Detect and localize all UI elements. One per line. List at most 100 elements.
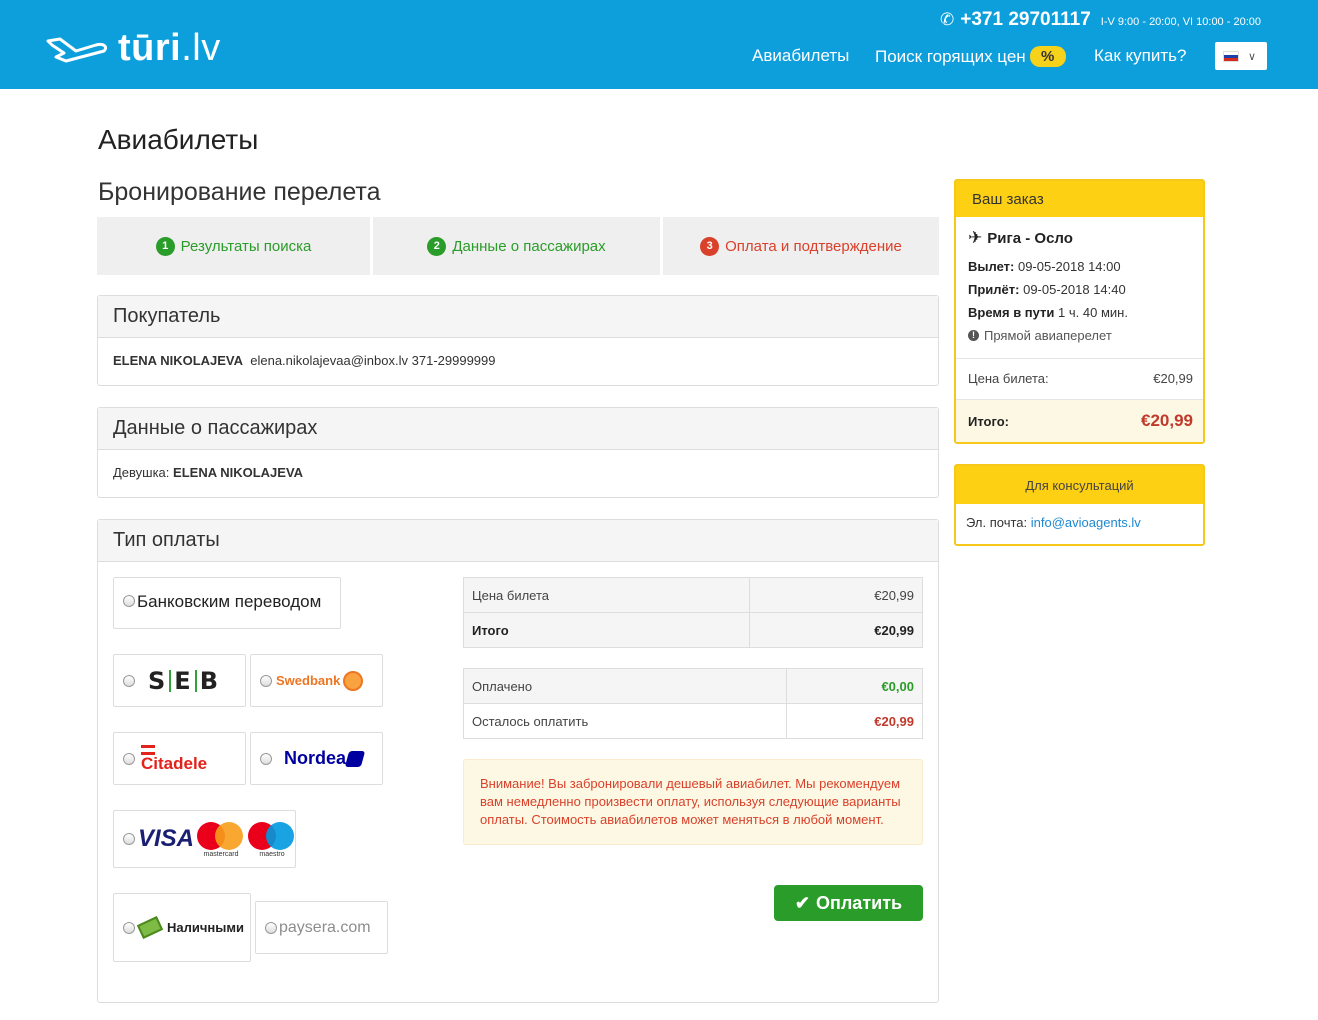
radio-button[interactable] xyxy=(265,921,277,934)
plane-logo-icon xyxy=(46,37,108,63)
percent-badge: % xyxy=(1029,46,1066,67)
payment-option-seb[interactable]: SEB xyxy=(113,654,246,707)
paid-value: €0,00 xyxy=(786,668,923,704)
chevron-down-icon: ∨ xyxy=(1248,50,1257,63)
swedbank-text: Swedbank xyxy=(276,673,341,688)
nav-link-hot-prices[interactable]: Поиск горящих цен % xyxy=(875,46,1066,67)
passenger-name: ELENA NIKOLAJEVA xyxy=(173,465,304,480)
nordea-sail-icon xyxy=(344,750,366,767)
pay-button-label: Оплатить xyxy=(816,892,903,913)
card-logos: VISA mastercard maestro xyxy=(138,820,299,858)
consultation-email-link[interactable]: info@avioagents.lv xyxy=(1031,515,1141,530)
panel-heading: Покупатель xyxy=(98,296,938,338)
step-label: Данные о пассажирах xyxy=(452,237,606,255)
ticket-price-label: Цена билета xyxy=(463,577,750,613)
departure-row: Вылет: 09-05-2018 14:00 xyxy=(968,259,1121,274)
page-subtitle: Бронирование перелета xyxy=(98,178,381,206)
order-total-row: Итого: €20,99 xyxy=(956,400,1203,442)
nav-link-tickets[interactable]: Авиабилеты xyxy=(752,46,849,66)
nav-link-hot-prices-label: Поиск горящих цен xyxy=(875,46,1026,66)
price-table: Цена билета €20,99 Итого €20,99 xyxy=(463,577,923,648)
panel-heading: Тип оплаты xyxy=(98,520,938,562)
order-total-value: €20,99 xyxy=(1141,411,1193,430)
seb-logo-e: E xyxy=(174,667,192,695)
russian-flag-icon xyxy=(1223,50,1239,62)
duration-value: 1 ч. 40 мин. xyxy=(1058,305,1128,320)
direct-flight-label: Прямой авиаперелет xyxy=(984,328,1112,343)
payment-option-swedbank[interactable]: Swedbank xyxy=(250,654,383,707)
info-icon: ! xyxy=(968,330,979,341)
payment-option-nordea[interactable]: Nordea xyxy=(250,732,383,785)
radio-button[interactable] xyxy=(260,752,272,765)
paid-label: Оплачено xyxy=(463,668,787,704)
phone-icon: ✆ xyxy=(940,10,955,29)
page-title: Авиабилеты xyxy=(98,124,259,155)
radio-button[interactable] xyxy=(260,674,272,687)
route: ✈ Рига - Осло xyxy=(968,228,1073,248)
step-number: 3 xyxy=(700,236,720,256)
payment-option-cash[interactable]: Наличными xyxy=(113,893,251,962)
payment-option-label: Банковским переводом xyxy=(137,592,322,611)
table-row: Итого €20,99 xyxy=(463,612,923,648)
nordea-logo: Nordea xyxy=(284,748,366,769)
nordea-text: Nordea xyxy=(284,748,347,768)
route-label: Рига - Осло xyxy=(987,229,1073,247)
mastercard-logo: mastercard xyxy=(197,820,245,858)
payment-option-card[interactable]: VISA mastercard maestro xyxy=(113,810,296,868)
radio-button[interactable] xyxy=(123,921,135,934)
seb-logo-b: B xyxy=(199,667,219,695)
ticket-price-value: €20,99 xyxy=(749,577,923,613)
visa-logo: VISA xyxy=(138,825,195,852)
consultation-box: Для консультаций Эл. почта: info@avioage… xyxy=(954,464,1205,546)
site-header: tūri.lv ✆ +371 29701117 I-V 9:00 - 20:00… xyxy=(0,0,1318,89)
citadele-text: Citadele xyxy=(141,754,208,773)
duration-label: Время в пути xyxy=(968,305,1055,320)
nav-link-how-to-buy[interactable]: Как купить? xyxy=(1094,46,1186,66)
table-row: Осталось оплатить €20,99 xyxy=(463,703,923,739)
step-payment: 3 Оплата и подтверждение xyxy=(663,217,939,275)
order-ticket-price-row: Цена билета: €20,99 xyxy=(968,371,1193,386)
step-label: Результаты поиска xyxy=(180,237,312,255)
consultation-email-row: Эл. почта: info@avioagents.lv xyxy=(956,504,1203,541)
step-passenger-data[interactable]: 2 Данные о пассажирах xyxy=(373,217,660,275)
cash-option: Наличными xyxy=(136,916,244,939)
site-logo[interactable]: tūri.lv xyxy=(46,26,221,69)
order-summary: Ваш заказ ✈ Рига - Осло Вылет: 09-05-201… xyxy=(954,179,1205,444)
payment-option-citadele[interactable]: Citadele xyxy=(113,732,246,785)
order-heading: Ваш заказ xyxy=(956,181,1203,217)
logo-text: tūri.lv xyxy=(118,26,221,69)
radio-button[interactable] xyxy=(123,833,135,845)
arrival-label: Прилёт: xyxy=(968,282,1020,297)
paid-table: Оплачено €0,00 Осталось оплатить €20,99 xyxy=(463,668,923,739)
payment-option-bank-transfer[interactable]: Банковским переводом xyxy=(113,577,341,629)
language-select[interactable]: ∨ xyxy=(1215,42,1267,70)
order-ticket-price-value: €20,99 xyxy=(1153,371,1193,386)
passengers-panel: Данные о пассажирах Девушка: ELENA NIKOL… xyxy=(97,407,939,498)
booking-steps: 1 Результаты поиска 2 Данные о пассажира… xyxy=(97,217,939,275)
table-row: Цена билета €20,99 xyxy=(463,577,923,613)
order-ticket-price-label: Цена билета: xyxy=(968,371,1049,386)
buyer-name: ELENA NIKOLAJEVA xyxy=(113,353,244,368)
buyer-email: elena.nikolajevaa@inbox.lv xyxy=(250,353,408,368)
pay-button[interactable]: ✔ Оплатить xyxy=(774,885,923,921)
step-search-results[interactable]: 1 Результаты поиска xyxy=(97,217,370,275)
remaining-label: Осталось оплатить xyxy=(463,703,787,739)
consultation-heading: Для консультаций xyxy=(956,466,1203,504)
phone-number[interactable]: +371 29701117 xyxy=(960,9,1091,31)
step-number: 2 xyxy=(427,236,447,256)
payment-warning: Внимание! Вы забронировали дешевый авиаб… xyxy=(463,759,923,845)
mastercard-caption: mastercard xyxy=(203,851,239,858)
passenger-title: Девушка: xyxy=(113,465,170,480)
buyer-phone: 371-29999999 xyxy=(411,353,496,368)
divider xyxy=(956,358,1203,359)
email-label: Эл. почта: xyxy=(966,515,1028,530)
citadele-logo: Citadele xyxy=(141,745,207,772)
radio-button[interactable] xyxy=(123,674,135,687)
radio-button[interactable] xyxy=(123,595,135,607)
swedbank-oak-icon xyxy=(343,670,364,691)
banknote-icon xyxy=(136,916,164,939)
paysera-logo: paysera.com xyxy=(279,918,371,936)
payment-option-paysera[interactable]: paysera.com xyxy=(255,901,388,954)
radio-button[interactable] xyxy=(123,752,135,765)
buyer-panel: Покупатель ELENA NIKOLAJEVA elena.nikola… xyxy=(97,295,939,386)
